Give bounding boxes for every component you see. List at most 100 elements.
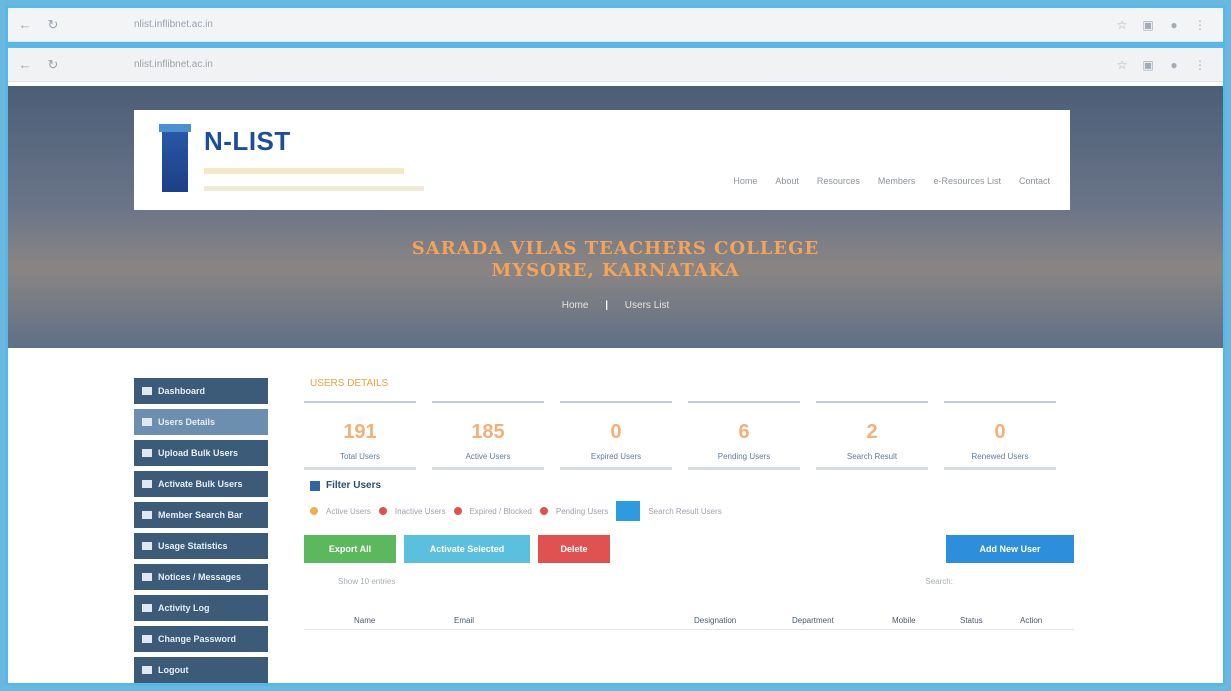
sidebar-item-notices[interactable]: Notices / Messages — [134, 564, 268, 590]
col-action[interactable]: Action — [1020, 616, 1042, 625]
filter-dot-icon — [453, 507, 462, 515]
menu-icon[interactable]: ⋮ — [1187, 58, 1213, 72]
main-content: USERS DETAILS 191 Total Users 185 Active U… — [304, 370, 1074, 630]
delete-button[interactable]: Delete — [538, 535, 610, 563]
chart-icon — [142, 542, 152, 550]
nlist-logo-icon[interactable] — [159, 124, 191, 192]
col-email[interactable]: Email — [454, 616, 694, 625]
stat-label: Renewed Users — [944, 452, 1056, 470]
extensions-icon[interactable]: ▣ — [1135, 58, 1161, 72]
stat-pending-users[interactable]: 6 Pending Users — [688, 401, 800, 470]
sidebar-item-label: Activate Bulk Users — [158, 479, 243, 489]
extensions-icon[interactable]: ▣ — [1135, 18, 1161, 32]
activate-icon — [142, 480, 152, 488]
activate-selected-button[interactable]: Activate Selected — [404, 535, 530, 563]
menu-item-about[interactable]: About — [775, 176, 799, 186]
search-result-toggle[interactable] — [616, 501, 641, 521]
col-status[interactable]: Status — [960, 616, 1020, 625]
filter-active[interactable]: Active Users — [326, 507, 371, 516]
sidebar-item-label: Upload Bulk Users — [158, 448, 239, 458]
stat-label: Total Users — [304, 452, 416, 470]
table-toolbar: Show 10 entries Search: — [304, 577, 1074, 586]
col-department[interactable]: Department — [792, 616, 892, 625]
profile-icon[interactable]: ● — [1161, 58, 1187, 72]
menu-icon[interactable]: ⋮ — [1187, 18, 1213, 32]
stats-row: 191 Total Users 185 Active Users 0 Expired … — [304, 401, 1074, 470]
star-icon[interactable]: ☆ — [1109, 18, 1135, 32]
add-new-user-button[interactable]: Add New User — [946, 535, 1074, 563]
filter-search-result[interactable]: Search Result Users — [648, 507, 721, 516]
stat-active-users[interactable]: 185 Active Users — [432, 401, 544, 470]
menu-item-eresources[interactable]: e-Resources List — [933, 176, 1001, 186]
stat-label: Search Result — [816, 452, 928, 470]
browser-toolbar-1: ← ↻ nlist.inflibnet.ac.in ☆ ▣ ● ⋮ — [8, 8, 1223, 42]
stat-expired-users[interactable]: 0 Expired Users — [560, 401, 672, 470]
table-header: Name Email Designation Department Mobile… — [304, 616, 1074, 630]
address-bar[interactable]: nlist.inflibnet.ac.in — [104, 55, 1004, 75]
site-header: N-LIST Home About Resources Members e-Re… — [134, 110, 1070, 210]
filter-dot-icon — [378, 507, 387, 515]
menu-item-home[interactable]: Home — [733, 176, 757, 186]
main-menu: Home About Resources Members e-Resources… — [733, 176, 1050, 186]
breadcrumb: Home | Users List — [8, 300, 1223, 311]
sidebar-item-label: Change Password — [158, 634, 237, 644]
col-name[interactable]: Name — [304, 616, 454, 625]
sidebar-item-label: Notices / Messages — [158, 572, 242, 582]
stat-value: 191 — [343, 421, 377, 443]
breadcrumb-home[interactable]: Home — [562, 300, 589, 311]
filter-dot-icon — [310, 507, 318, 515]
users-icon — [142, 418, 152, 426]
menu-item-resources[interactable]: Resources — [817, 176, 860, 186]
search-icon — [142, 511, 152, 519]
sidebar-item-label: Logout — [158, 665, 189, 675]
sidebar-item-activity-log[interactable]: Activity Log — [134, 595, 268, 621]
entries-select[interactable]: Show 10 entries — [338, 577, 395, 586]
stat-value: 0 — [994, 421, 1006, 443]
back-icon[interactable]: ← — [14, 17, 36, 32]
profile-icon[interactable]: ● — [1161, 18, 1187, 32]
star-icon[interactable]: ☆ — [1109, 58, 1135, 72]
dashboard-icon — [142, 387, 152, 395]
menu-item-contact[interactable]: Contact — [1019, 176, 1050, 186]
sidebar-item-usage-statistics[interactable]: Usage Statistics — [134, 533, 268, 559]
filter-expired[interactable]: Expired / Blocked — [470, 507, 532, 516]
stat-search-result[interactable]: 2 Search Result — [816, 401, 928, 470]
stat-total-users[interactable]: 191 Total Users — [304, 401, 416, 470]
filter-options: Active Users Inactive Users Expired / Bl… — [310, 501, 1074, 521]
col-mobile[interactable]: Mobile — [892, 616, 960, 625]
stat-label: Active Users — [432, 452, 544, 470]
sidebar-item-member-search[interactable]: Member Search Bar — [134, 502, 268, 528]
stat-renewed-users[interactable]: 0 Renewed Users — [944, 401, 1056, 470]
table-search-label[interactable]: Search: — [925, 577, 953, 586]
sidebar-item-activate-bulk-users[interactable]: Activate Bulk Users — [134, 471, 268, 497]
reload-icon[interactable]: ↻ — [42, 17, 64, 33]
export-all-button[interactable]: Export All — [304, 535, 396, 563]
stat-label: Pending Users — [688, 452, 800, 470]
filter-icon — [310, 480, 320, 491]
sidebar-item-label: Dashboard — [158, 386, 206, 396]
sidebar-item-users-details[interactable]: Users Details — [134, 409, 268, 435]
college-location: MYSORE, KARNATAKA — [491, 260, 740, 281]
back-icon[interactable]: ← — [14, 57, 36, 72]
filter-inactive[interactable]: Inactive Users — [395, 507, 446, 516]
log-icon — [142, 604, 152, 612]
address-bar[interactable]: nlist.inflibnet.ac.in — [104, 15, 1004, 35]
stat-value: 185 — [471, 421, 505, 443]
college-name: SARADA VILAS TEACHERS COLLEGE — [411, 238, 820, 259]
brand-tagline-bar — [204, 168, 404, 174]
sidebar-item-logout[interactable]: Logout — [134, 657, 268, 683]
stat-value: 2 — [866, 421, 878, 443]
upload-icon — [142, 449, 152, 457]
menu-item-members[interactable]: Members — [878, 176, 916, 186]
reload-icon[interactable]: ↻ — [42, 57, 64, 73]
filter-pending[interactable]: Pending Users — [556, 507, 608, 516]
sidebar-item-upload-bulk-users[interactable]: Upload Bulk Users — [134, 440, 268, 466]
brand-tagline-bar — [204, 186, 424, 191]
col-designation[interactable]: Designation — [694, 616, 792, 625]
stat-label: Expired Users — [560, 452, 672, 470]
sidebar-item-change-password[interactable]: Change Password — [134, 626, 268, 652]
sidebar-item-dashboard[interactable]: Dashboard — [134, 378, 268, 404]
sidebar-item-label: Member Search Bar — [158, 510, 243, 520]
breadcrumb-separator: | — [605, 300, 609, 311]
brand-name[interactable]: N-LIST — [204, 126, 291, 157]
